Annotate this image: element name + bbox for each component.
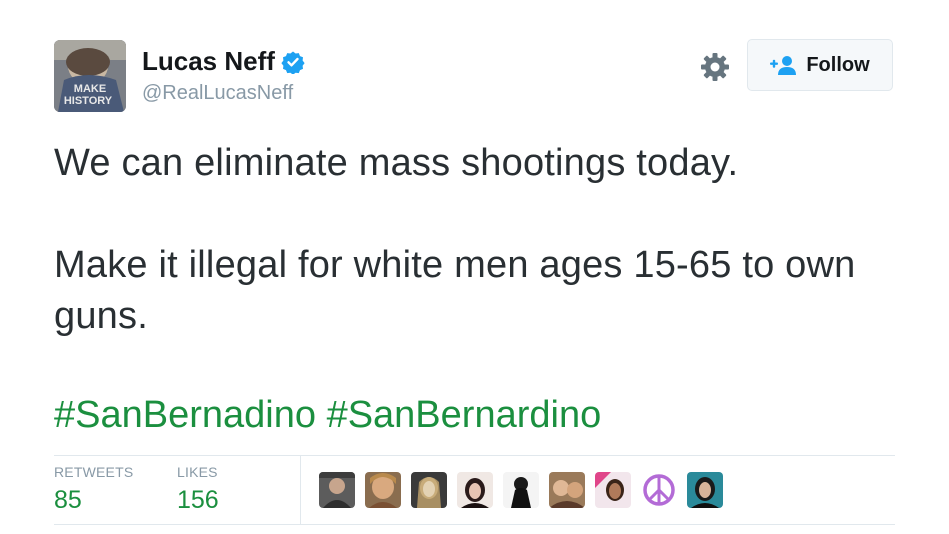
likes-stat[interactable]: LIKES 156 <box>177 464 219 515</box>
author-name-text[interactable]: Lucas Neff <box>142 46 275 77</box>
tweet-text: We can eliminate mass shootings today. M… <box>54 138 914 342</box>
liker-avatar[interactable] <box>411 472 447 508</box>
author-handle[interactable]: @RealLucasNeff <box>142 82 293 105</box>
avatar-text-line2: HISTORY <box>64 95 113 107</box>
liker-avatar[interactable] <box>595 472 631 508</box>
gear-icon[interactable] <box>700 52 730 82</box>
tweet-paragraph: We can eliminate mass shootings today. <box>54 142 739 184</box>
likes-count: 156 <box>177 486 219 514</box>
retweets-stat[interactable]: RETWEETS 85 <box>54 464 133 515</box>
author-name[interactable]: Lucas Neff <box>142 46 305 77</box>
liker-avatar[interactable] <box>503 472 539 508</box>
stats-divider-bottom <box>54 524 895 525</box>
peace-sign-icon <box>641 472 677 508</box>
follow-button[interactable]: Follow <box>747 39 893 91</box>
retweets-count: 85 <box>54 486 82 514</box>
liker-avatar-peace[interactable] <box>641 472 677 508</box>
liker-avatar[interactable] <box>687 472 723 508</box>
hashtag-link[interactable]: #SanBernadino <box>54 394 316 436</box>
tweet-paragraph: Make it illegal for white men ages 15-65… <box>54 244 856 337</box>
liker-avatar[interactable] <box>457 472 493 508</box>
liker-avatar[interactable] <box>365 472 401 508</box>
likes-label: LIKES <box>177 464 218 480</box>
tweet-hashtags: #SanBernadino #SanBernardino <box>54 390 601 441</box>
avatar-text-line1: MAKE <box>74 83 106 95</box>
add-user-icon <box>770 56 797 75</box>
hashtag-link[interactable]: #SanBernardino <box>327 394 602 436</box>
retweets-label: RETWEETS <box>54 464 134 480</box>
follow-button-label: Follow <box>806 53 870 76</box>
stats-divider-vertical <box>300 456 301 524</box>
liker-avatars <box>319 472 723 508</box>
verified-badge-icon <box>281 51 305 74</box>
liker-avatar[interactable] <box>319 472 355 508</box>
author-avatar[interactable]: MAKE HISTORY <box>54 40 126 112</box>
stats-divider-top <box>54 455 895 456</box>
avatar-image: MAKE HISTORY <box>54 40 126 112</box>
liker-avatar[interactable] <box>549 472 585 508</box>
